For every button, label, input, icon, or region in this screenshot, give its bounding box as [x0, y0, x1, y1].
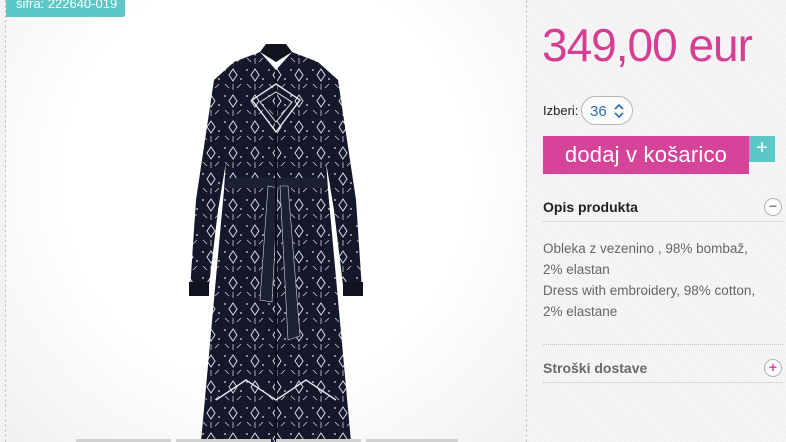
- divider: [543, 382, 783, 383]
- sku-badge: šifra: 222640-019: [6, 0, 126, 17]
- divider: [543, 344, 783, 345]
- divider: [543, 221, 783, 222]
- description-line: 2% elastan: [543, 262, 610, 277]
- description-line: Obleka z vezenino , 98% bombaž,: [543, 241, 748, 256]
- size-label: Izberi:: [543, 103, 579, 118]
- plus-button[interactable]: +: [749, 136, 775, 162]
- plus-icon[interactable]: +: [764, 359, 782, 377]
- product-description: Obleka z vezenino , 98% bombaž, 2% elast…: [543, 238, 783, 322]
- add-to-cart-button[interactable]: dodaj v košarico: [543, 136, 749, 174]
- description-section-title[interactable]: Opis produkta: [543, 199, 638, 215]
- description-line: 2% elastane: [543, 304, 618, 319]
- size-select[interactable]: 36: [581, 96, 633, 125]
- updown-chevron-icon: [614, 103, 624, 119]
- shipping-section-title[interactable]: Stroški dostave: [543, 360, 647, 376]
- product-price: 349,00 eur: [542, 19, 753, 71]
- product-image[interactable]: [156, 40, 396, 442]
- product-image-panel[interactable]: šifra: 222640-019: [5, 0, 527, 442]
- product-details-panel: 349,00 eur Izberi: 36 dodaj v košarico +…: [528, 0, 786, 442]
- size-select-value: 36: [590, 103, 607, 120]
- minus-icon[interactable]: −: [764, 198, 782, 216]
- description-line: Dress with embroidery, 98% cotton,: [543, 283, 756, 298]
